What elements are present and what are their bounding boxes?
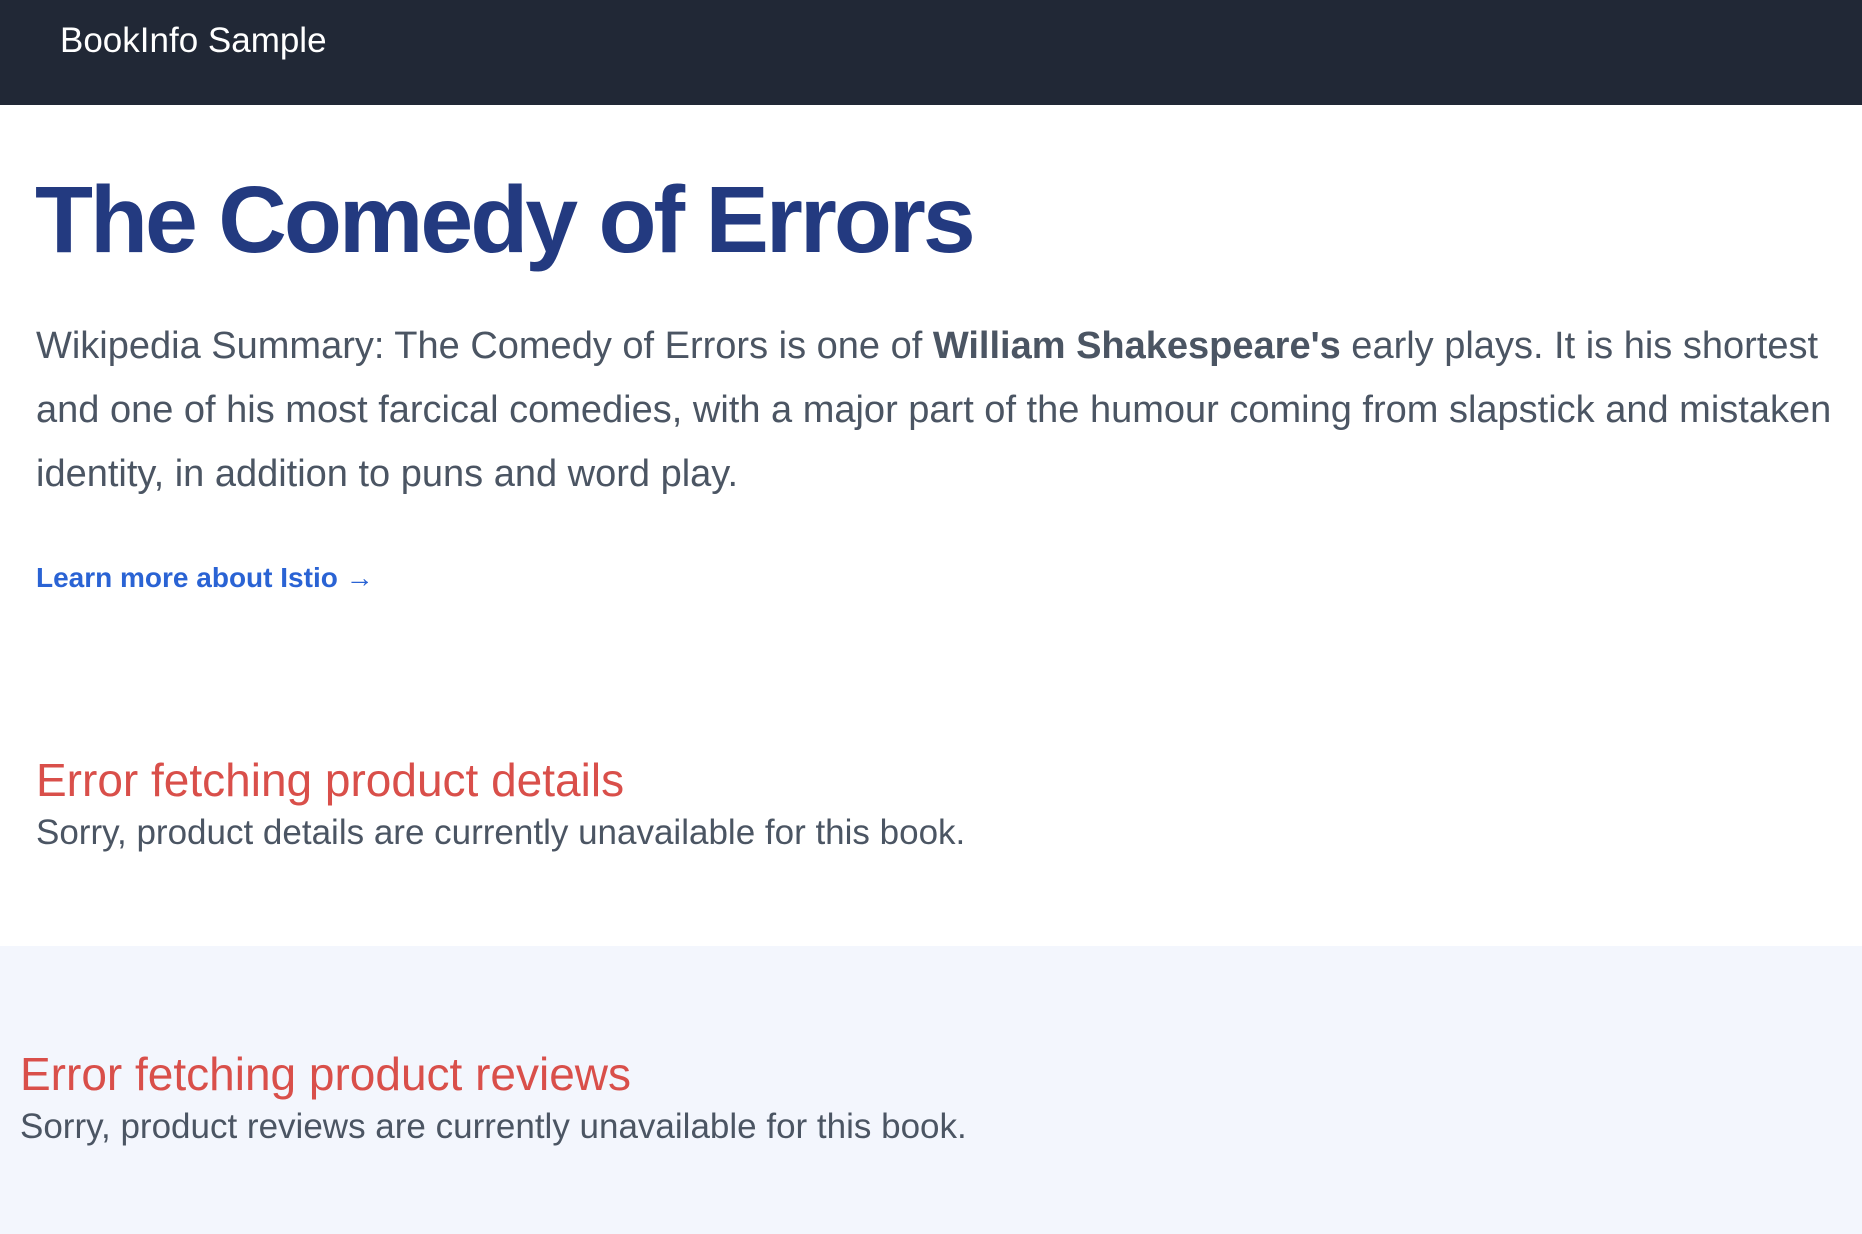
summary-prefix: Wikipedia Summary: The Comedy of Errors …	[36, 325, 933, 367]
reviews-error-title: Error fetching product reviews	[20, 1048, 632, 1100]
details-error-text: Sorry, product details are currently una…	[36, 813, 966, 852]
top-navbar: BookInfo Sample	[0, 0, 1862, 105]
brand-link[interactable]: BookInfo Sample	[60, 19, 327, 63]
product-summary: Wikipedia Summary: The Comedy of Errors …	[36, 314, 1836, 506]
details-error-section: Error fetching product details Sorry, pr…	[36, 752, 965, 858]
reviews-error-section: Error fetching product reviews Sorry, pr…	[20, 1046, 967, 1152]
learn-more-link[interactable]: Learn more about Istio →	[36, 560, 374, 596]
details-error-title: Error fetching product details	[36, 754, 625, 806]
summary-author: William Shakespeare's	[932, 325, 1341, 367]
reviews-panel: Error fetching product reviews Sorry, pr…	[0, 946, 1862, 1234]
page-title: The Comedy of Errors	[35, 167, 976, 273]
reviews-error-text: Sorry, product reviews are currently una…	[20, 1107, 967, 1146]
